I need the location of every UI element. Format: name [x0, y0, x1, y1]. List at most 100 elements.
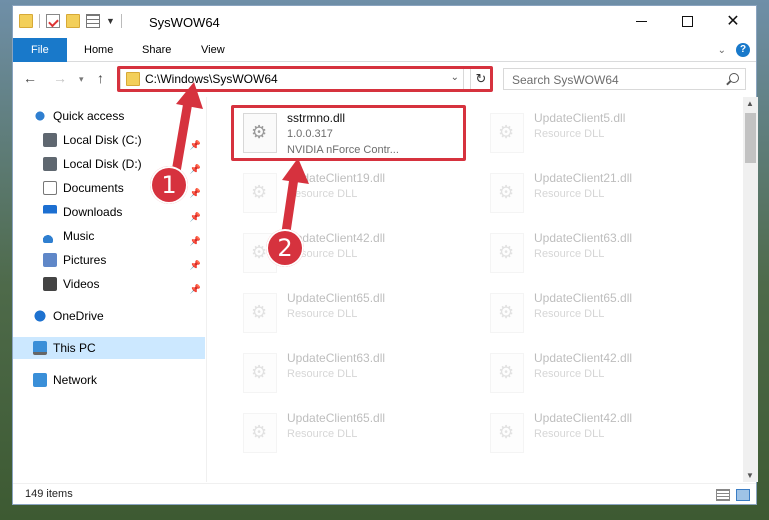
sidebar-item-this-pc[interactable]: This PC — [13, 337, 205, 359]
music-icon — [43, 229, 57, 243]
search-placeholder: Search SysWOW64 — [512, 73, 619, 87]
scroll-thumb[interactable] — [745, 113, 756, 163]
close-button[interactable]: ✕ — [710, 6, 756, 36]
list-item[interactable]: UpdateClient65.dll Resource DLL — [231, 287, 461, 337]
list-item[interactable]: UpdateClient65.dll Resource DLL — [478, 287, 708, 337]
toolbar-separator — [39, 14, 40, 28]
list-item[interactable]: UpdateClient63.dll Resource DLL — [231, 347, 461, 397]
list-item[interactable]: UpdateClient65.dll Resource DLL — [231, 407, 461, 457]
sidebar-item-label: OneDrive — [53, 309, 104, 323]
forward-arrow-icon[interactable]: → — [53, 70, 67, 86]
views-icon[interactable] — [86, 14, 100, 28]
ribbon: File Home Share View ⌄ ? — [13, 38, 756, 62]
list-item[interactable]: UpdateClient19.dll Resource DLL — [231, 167, 461, 217]
tab-view[interactable]: View — [187, 38, 239, 62]
maximize-button[interactable] — [664, 6, 710, 36]
sidebar-item-label: Local Disk (D:) — [63, 157, 142, 171]
sidebar-item-label: Videos — [63, 277, 100, 291]
sidebar-item-label: Pictures — [63, 253, 107, 267]
tab-share[interactable]: Share — [128, 38, 185, 62]
list-item[interactable]: UpdateClient21.dll Resource DLL — [478, 167, 708, 217]
dll-file-icon — [490, 413, 524, 453]
dll-file-icon — [490, 293, 524, 333]
tab-file[interactable]: File — [13, 38, 67, 62]
pane-divider[interactable] — [206, 97, 207, 482]
sidebar-item-label: This PC — [53, 341, 96, 355]
file-type: Resource DLL — [287, 308, 358, 320]
file-highlight-box — [231, 105, 466, 161]
file-name: UpdateClient21.dll — [534, 171, 633, 185]
window-controls: ✕ — [618, 6, 756, 36]
file-name: UpdateClient42.dll — [534, 351, 633, 365]
search-input[interactable]: Search SysWOW64 — [503, 68, 746, 90]
sidebar-item-videos[interactable]: Videos 📌 — [43, 273, 205, 295]
file-name: UpdateClient42.dll — [534, 411, 633, 425]
pin-icon[interactable]: 📌 — [190, 278, 201, 300]
close-icon: ✕ — [726, 13, 740, 30]
recent-locations-icon[interactable]: ▾ — [79, 74, 84, 85]
window-title: SysWOW64 — [149, 15, 220, 30]
file-name: UpdateClient19.dll — [287, 171, 386, 185]
file-type: Resource DLL — [534, 368, 605, 380]
up-arrow-icon[interactable]: ↑ — [97, 70, 104, 86]
computer-icon — [33, 341, 47, 355]
network-icon — [33, 373, 47, 387]
sidebar-item-label: Local Disk (C:) — [63, 133, 142, 147]
sidebar-item-onedrive[interactable]: OneDrive — [33, 305, 205, 327]
file-name: UpdateClient65.dll — [287, 291, 386, 305]
step-callout-2: 2 — [266, 229, 304, 267]
pictures-icon — [43, 253, 57, 267]
toolbar-separator — [120, 14, 122, 28]
sidebar-item-downloads[interactable]: Downloads 📌 — [43, 201, 205, 223]
tab-home[interactable]: Home — [70, 38, 127, 62]
sidebar-item-quick-access[interactable]: Quick access — [33, 105, 205, 127]
help-icon[interactable]: ? — [736, 43, 750, 57]
item-count: 149 items — [25, 488, 73, 500]
file-name: UpdateClient63.dll — [287, 351, 386, 365]
sidebar-item-label: Quick access — [53, 109, 125, 123]
folder-icon[interactable] — [19, 14, 33, 28]
sidebar-item-local-disk-c[interactable]: Local Disk (C:) 📌 — [43, 129, 205, 151]
file-type: Resource DLL — [287, 428, 358, 440]
dll-file-icon — [490, 173, 524, 213]
dll-file-icon — [490, 353, 524, 393]
ribbon-right: ⌄ ? — [718, 43, 750, 57]
scroll-up-icon[interactable]: ▲ — [746, 99, 754, 108]
back-arrow-icon[interactable]: ← — [23, 70, 37, 86]
dll-file-icon — [243, 413, 277, 453]
customize-dropdown-icon[interactable]: ▼ — [106, 16, 115, 26]
dll-file-icon — [490, 233, 524, 273]
large-icons-view-icon[interactable] — [736, 489, 750, 501]
disk-icon — [43, 133, 57, 147]
sidebar-item-label: Network — [53, 373, 98, 387]
sidebar-item-pictures[interactable]: Pictures 📌 — [43, 249, 205, 271]
list-item[interactable]: UpdateClient42.dll Resource DLL — [478, 407, 708, 457]
minimize-icon — [635, 20, 647, 22]
list-item[interactable]: UpdateClient5.dll Resource DLL — [478, 107, 708, 157]
disk-icon — [43, 157, 57, 171]
sidebar-item-network[interactable]: Network — [33, 369, 205, 391]
sidebar-item-music[interactable]: Music 📌 — [43, 225, 205, 247]
vertical-scrollbar[interactable]: ▲ ▼ — [743, 97, 758, 482]
downloads-icon — [43, 205, 57, 219]
step-callout-1: 1 — [150, 166, 188, 204]
star-icon — [33, 109, 47, 123]
chevron-down-icon[interactable]: ⌄ — [718, 45, 726, 56]
file-type: Resource DLL — [534, 308, 605, 320]
file-list: sstrmno.dll 1.0.0.317 NVIDIA nForce Cont… — [208, 97, 743, 482]
file-name: UpdateClient63.dll — [534, 231, 633, 245]
minimize-button[interactable] — [618, 6, 664, 36]
sidebar-item-label: Documents — [63, 181, 124, 195]
details-view-icon[interactable] — [716, 489, 730, 501]
file-name: UpdateClient65.dll — [287, 411, 386, 425]
dll-file-icon — [243, 293, 277, 333]
dll-file-icon — [243, 353, 277, 393]
search-icon[interactable] — [729, 73, 739, 83]
scroll-down-icon[interactable]: ▼ — [746, 471, 754, 480]
file-type: Resource DLL — [534, 188, 605, 200]
new-folder-icon[interactable] — [66, 14, 80, 28]
properties-icon[interactable] — [46, 14, 60, 28]
list-item[interactable]: UpdateClient42.dll Resource DLL — [478, 347, 708, 397]
list-item[interactable]: UpdateClient63.dll Resource DLL — [478, 227, 708, 277]
sidebar-item-label: Music — [63, 229, 95, 243]
